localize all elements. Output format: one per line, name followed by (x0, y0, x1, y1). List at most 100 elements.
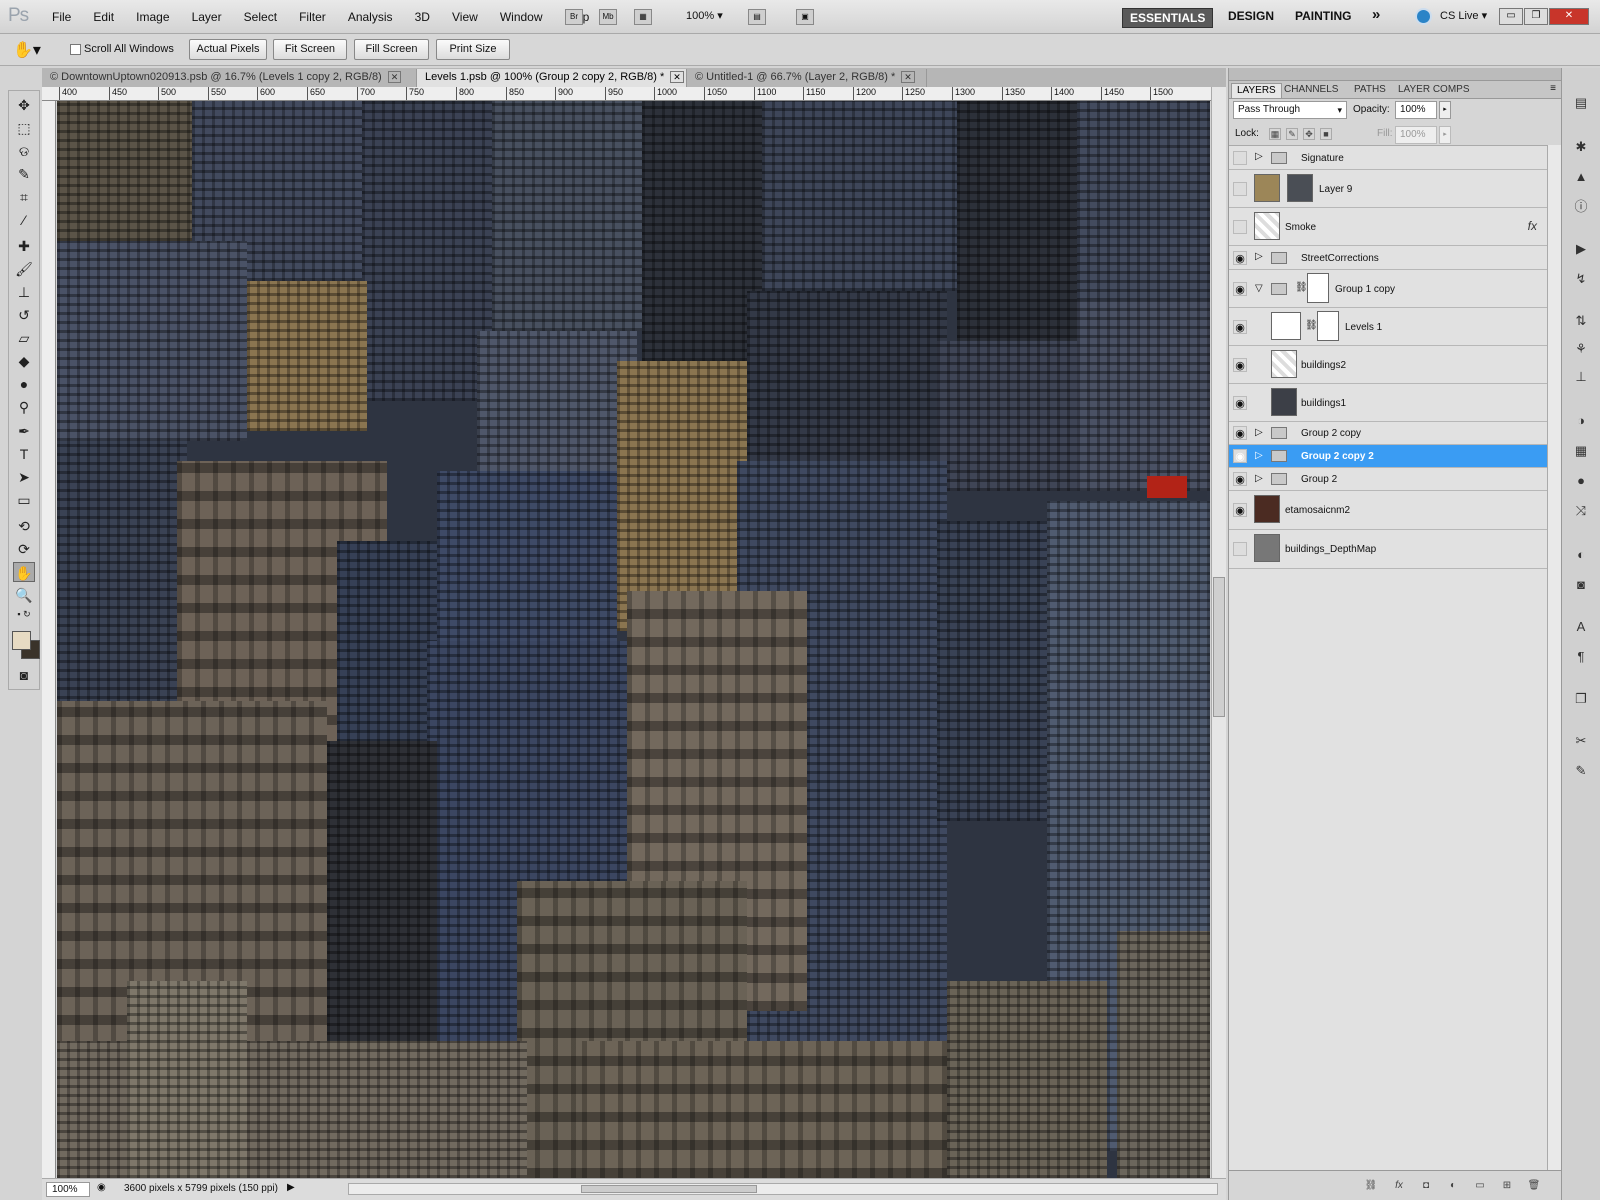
hand-icon[interactable]: ✋ (13, 562, 35, 582)
styles-icon[interactable]: ⤨ (1570, 500, 1592, 522)
eye-icon[interactable]: ◉ (1233, 426, 1247, 440)
workspace-design[interactable]: DESIGN (1228, 9, 1274, 23)
expand-icon[interactable]: ▷ (1255, 449, 1263, 463)
fit-screen-button[interactable]: Fit Screen (273, 39, 347, 60)
character-icon[interactable]: A (1570, 616, 1592, 638)
rectangle-icon[interactable]: ▭ (13, 490, 35, 510)
eye-icon[interactable]: ◉ (1233, 472, 1247, 486)
quick-select-icon[interactable]: ✎ (13, 164, 35, 184)
close-window-button[interactable]: ✕ (1549, 8, 1589, 25)
layer-row[interactable]: ▷ Signature (1229, 146, 1547, 170)
healing-brush-icon[interactable]: ✚ (13, 236, 35, 256)
move-icon[interactable]: ✥ (13, 95, 35, 115)
add-mask-icon[interactable]: ◘ (1419, 1180, 1433, 1192)
quick-mask-icon[interactable]: ◙ (13, 665, 35, 685)
menu-filter[interactable]: Filter (299, 10, 326, 24)
marquee-icon[interactable]: ⬚ (13, 118, 35, 138)
workspace-essentials[interactable]: ESSENTIALS (1122, 8, 1214, 28)
stamp-icon[interactable]: ⊥ (13, 282, 35, 302)
history-icon[interactable]: ↯ (1570, 268, 1592, 290)
3d-orbit-icon[interactable]: ⟳ (13, 539, 35, 559)
eye-icon[interactable]: ◉ (1233, 282, 1247, 296)
workspace-painting[interactable]: PAINTING (1295, 9, 1351, 23)
lock-transparency-icon[interactable]: ▦ (1269, 128, 1281, 140)
eye-icon[interactable]: ◉ (1233, 449, 1247, 463)
layer-row[interactable]: ◉ ▷ StreetCorrections (1229, 246, 1547, 270)
eye-icon[interactable]: ◉ (1233, 320, 1247, 334)
menu-view[interactable]: View (452, 10, 478, 24)
fill-field[interactable]: 100% (1395, 126, 1437, 144)
opacity-slider-arrow[interactable]: ▸ (1439, 101, 1451, 119)
layer-row[interactable]: ◉ ⛓ Levels 1 (1229, 308, 1547, 346)
scroll-all-windows-checkbox[interactable]: Scroll All Windows (70, 43, 174, 55)
delete-layer-icon[interactable]: 🗑 (1527, 1180, 1541, 1192)
info-icon[interactable]: ⓘ (1570, 196, 1592, 218)
layer-row[interactable]: ◉ ▽ ⛓ Group 1 copy (1229, 270, 1547, 308)
layers-scrollbar[interactable] (1547, 145, 1562, 1170)
new-layer-icon[interactable]: ⊞ (1500, 1180, 1514, 1192)
3d-rotate-icon[interactable]: ⟲ (13, 516, 35, 536)
type-icon[interactable]: T (13, 444, 35, 464)
brush-icon[interactable]: 🖌 (13, 259, 35, 279)
crop-icon[interactable]: ⌗ (13, 187, 35, 207)
visibility-toggle[interactable] (1233, 542, 1247, 556)
blend-mode-dropdown[interactable]: Pass Through ▾ (1233, 101, 1347, 119)
mini-bridge-button[interactable]: Mb (599, 9, 617, 25)
tab-layer-comps[interactable]: LAYER COMPS (1393, 83, 1475, 97)
menu-window[interactable]: Window (500, 10, 543, 24)
zoom-level-dropdown[interactable]: 100% ▾ (686, 9, 723, 22)
color-icon[interactable]: ◑ (1570, 410, 1592, 432)
history-brush-icon[interactable]: ↺ (13, 305, 35, 325)
vertical-scroll-thumb[interactable] (1213, 577, 1225, 717)
minimize-button[interactable]: ▭ (1499, 8, 1523, 25)
fill-slider-arrow[interactable]: ▸ (1439, 126, 1451, 144)
fill-screen-button[interactable]: Fill Screen (354, 39, 429, 60)
3d-icon[interactable]: ✱ (1570, 136, 1592, 158)
chain-link-icon[interactable]: ⛓ (1305, 320, 1318, 331)
tab-paths[interactable]: PATHS (1349, 83, 1391, 97)
document-canvas[interactable] (57, 101, 1210, 1178)
eraser-icon[interactable]: ▱ (13, 328, 35, 348)
mini-bridge-icon[interactable]: ▤ (1570, 92, 1592, 114)
eye-icon[interactable]: ◉ (1233, 503, 1247, 517)
layer-row[interactable]: ◉ buildings1 (1229, 384, 1547, 422)
eye-icon[interactable]: ◉ (1233, 396, 1247, 410)
panel-menu-icon[interactable]: ≡ (1550, 83, 1556, 94)
opacity-field[interactable]: 100% (1395, 101, 1437, 119)
chain-link-icon[interactable]: ⛓ (1295, 282, 1308, 293)
cs-live-dropdown[interactable]: CS Live ▾ (1440, 9, 1487, 22)
actions-icon[interactable]: ▶ (1570, 238, 1592, 260)
vertical-scrollbar[interactable] (1211, 87, 1226, 1178)
path-select-icon[interactable]: ➤ (13, 467, 35, 487)
layer-row[interactable]: ◉ ▷ Group 2 (1229, 468, 1547, 491)
close-tab-icon[interactable]: ✕ (670, 71, 684, 83)
menu-edit[interactable]: Edit (93, 10, 114, 24)
layer-row[interactable]: ◉ ▷ Group 2 copy (1229, 422, 1547, 445)
layer-row[interactable]: Layer 9 (1229, 170, 1547, 208)
screen-mode-icon[interactable]: ▣ (796, 9, 814, 25)
pen-icon[interactable]: ✒ (13, 421, 35, 441)
visibility-toggle[interactable] (1233, 220, 1247, 234)
layer-row[interactable]: buildings_DepthMap (1229, 530, 1547, 569)
lasso-icon[interactable]: ଡ (13, 141, 35, 161)
layer-effects-icon[interactable]: fx (1528, 219, 1537, 233)
arrange-documents-icon[interactable]: ▤ (748, 9, 766, 25)
tab-layers[interactable]: LAYERS (1231, 83, 1282, 98)
layers-dock-icon[interactable]: ❐ (1570, 688, 1592, 710)
expand-icon[interactable]: ▷ (1255, 426, 1263, 440)
menu-file[interactable]: File (52, 10, 71, 24)
expand-icon[interactable]: ▷ (1255, 150, 1263, 164)
histogram-icon[interactable]: ▲ (1570, 166, 1592, 188)
more-workspaces-button[interactable]: » (1372, 6, 1380, 23)
hand-tool-preset-icon[interactable]: ✋▾ (13, 40, 41, 60)
restore-button[interactable]: ❐ (1524, 8, 1548, 25)
adjustments-icon[interactable]: ◐ (1570, 544, 1592, 566)
visibility-toggle[interactable] (1233, 182, 1247, 196)
actual-pixels-button[interactable]: Actual Pixels (189, 39, 267, 60)
lock-position-icon[interactable]: ✥ (1303, 128, 1315, 140)
menu-3d[interactable]: 3D (415, 10, 430, 24)
horizontal-scrollbar[interactable] (348, 1183, 1218, 1195)
status-arrow-icon[interactable]: ▶ (287, 1182, 295, 1193)
print-size-button[interactable]: Print Size (436, 39, 510, 60)
layer-row-selected[interactable]: ◉ ▷ Group 2 copy 2 (1229, 445, 1547, 468)
